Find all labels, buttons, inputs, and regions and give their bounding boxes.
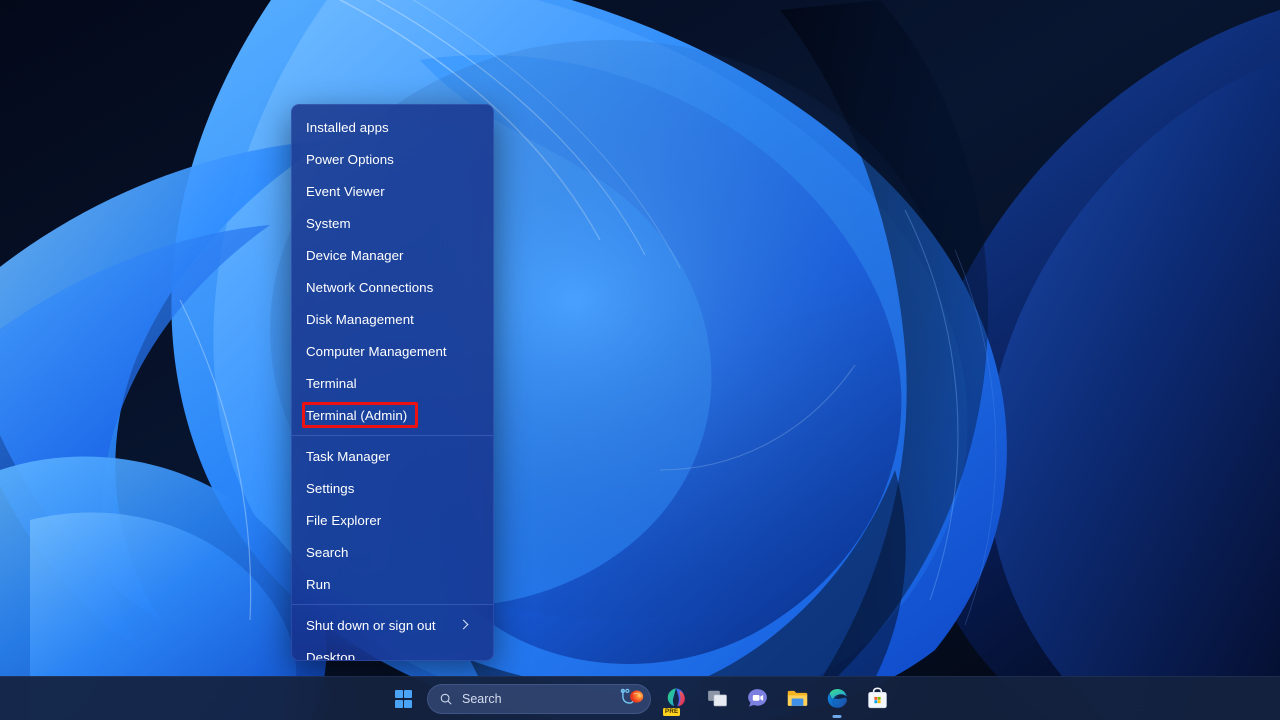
menu-item-network-connections[interactable]: Network Connections [292,271,493,303]
menu-item-terminal-admin[interactable]: Terminal (Admin) [292,399,493,431]
menu-item-task-manager[interactable]: Task Manager [292,440,493,472]
task-view-icon [707,690,727,707]
taskbar: Search PRE [0,676,1280,720]
menu-item-terminal[interactable]: Terminal [292,367,493,399]
menu-separator [292,435,493,436]
menu-item-power-options[interactable]: Power Options [292,143,493,175]
menu-item-installed-apps[interactable]: Installed apps [292,111,493,143]
menu-item-label: Installed apps [306,119,389,135]
taskbar-item-file-explorer[interactable] [777,679,817,719]
menu-item-device-manager[interactable]: Device Manager [292,239,493,271]
menu-item-label: Run [306,576,331,592]
copilot-icon[interactable] [618,688,644,710]
menu-item-file-explorer[interactable]: File Explorer [292,504,493,536]
windows-logo-icon [394,690,413,708]
menu-item-label: Power Options [306,151,394,167]
search-box[interactable]: Search [427,683,651,714]
taskbar-item-task-view[interactable] [697,679,737,719]
menu-item-label: Terminal (Admin) [306,407,408,423]
menu-item-label: Disk Management [306,311,414,327]
menu-item-desktop[interactable]: Desktop [292,641,493,661]
start-button[interactable] [383,679,423,719]
running-indicator [832,715,842,718]
file-explorer-icon [787,690,807,706]
menu-item-label: Shut down or sign out [306,617,436,633]
menu-item-label: System [306,215,351,231]
winx-context-menu[interactable]: Installed apps Power Options Event Viewe… [291,104,494,661]
desktop: Installed apps Power Options Event Viewe… [0,0,1280,720]
taskbar-center-group: Search PRE [383,677,897,720]
taskbar-item-microsoft-365-copilot[interactable]: PRE [657,679,697,719]
menu-item-label: Device Manager [306,247,404,263]
menu-item-label: Task Manager [306,448,391,464]
search-icon [440,693,452,704]
preview-badge: PRE [663,707,681,716]
menu-item-computer-management[interactable]: Computer Management [292,335,493,367]
microsoft-teams-icon [747,689,767,707]
menu-item-shut-down-or-sign-out[interactable]: Shut down or sign out [292,609,493,641]
menu-separator [292,604,493,605]
taskbar-item-microsoft-store[interactable] [857,679,897,719]
menu-item-label: Terminal [306,375,357,391]
search-input-text[interactable]: Search [462,692,618,706]
menu-item-label: Desktop [306,649,356,661]
menu-item-label: Search [306,544,349,560]
taskbar-item-microsoft-teams[interactable] [737,679,777,719]
menu-item-label: Network Connections [306,279,434,295]
microsoft-edge-icon [827,688,847,708]
menu-item-label: Computer Management [306,343,447,359]
chevron-right-icon [459,620,469,630]
menu-item-label: File Explorer [306,512,382,528]
menu-item-label: Settings [306,480,355,496]
desktop-wallpaper [0,0,1280,720]
menu-item-search[interactable]: Search [292,536,493,568]
taskbar-item-microsoft-edge[interactable] [817,679,857,719]
menu-item-system[interactable]: System [292,207,493,239]
menu-item-settings[interactable]: Settings [292,472,493,504]
microsoft-store-icon [867,687,887,709]
menu-item-event-viewer[interactable]: Event Viewer [292,175,493,207]
menu-item-run[interactable]: Run [292,568,493,600]
menu-item-label: Event Viewer [306,183,385,199]
menu-item-disk-management[interactable]: Disk Management [292,303,493,335]
